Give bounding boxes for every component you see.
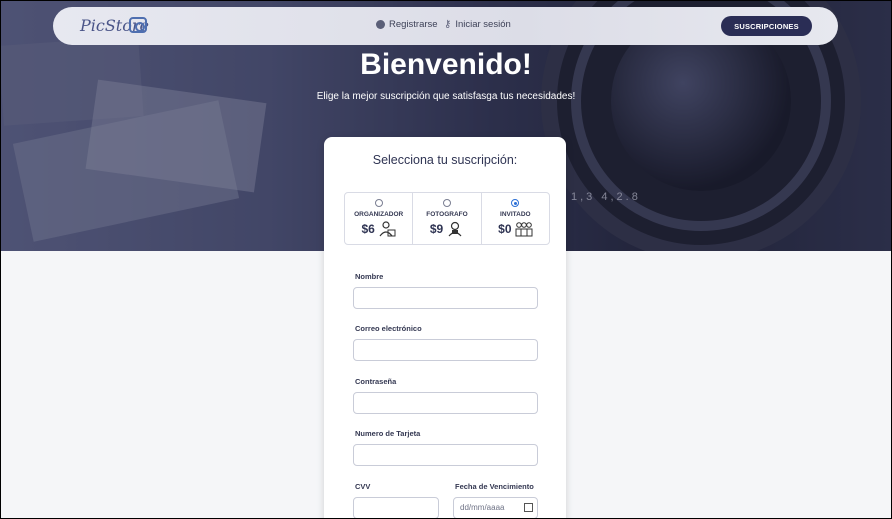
card-title: Selecciona tu suscripción: (372, 153, 518, 167)
plan-radio[interactable] (374, 199, 383, 207)
page-subtitle: Elige la mejor suscripción que satisfasg… (316, 91, 576, 102)
plan-price-row: $0 (482, 221, 549, 237)
page-frame: 1,3 4,2.8 PicStore Registrarse ⚷ Iniciar… (0, 0, 892, 519)
login-label: Iniciar sesión (455, 19, 511, 30)
calendar-icon[interactable] (524, 503, 533, 512)
plan-price: $0 (498, 222, 512, 236)
login-link[interactable]: ⚷ Iniciar sesión (444, 19, 511, 30)
plan-price-row: $6 (345, 221, 412, 237)
register-label: Registrarse (389, 19, 438, 30)
expiry-placeholder: dd/mm/aaaa (460, 503, 505, 512)
plan-selector: ORGANIZADOR $6 FOTOGRAFO $9 INVITADO $0 (344, 192, 550, 245)
cvv-input[interactable] (353, 497, 439, 518)
name-label: Nombre (355, 272, 384, 281)
expiry-label: Fecha de Vencimiento (455, 482, 534, 491)
cvv-label: CVV (355, 482, 371, 491)
card-number-label: Numero de Tarjeta (355, 429, 421, 438)
plan-radio-selected[interactable] (511, 199, 520, 207)
register-link[interactable]: Registrarse (376, 19, 438, 30)
subscriptions-button[interactable]: SUSCRIPCIONES (721, 16, 812, 36)
expiry-date-input[interactable]: dd/mm/aaaa (453, 497, 538, 518)
plan-organizador[interactable]: ORGANIZADOR $6 (345, 193, 414, 244)
guest-icon (515, 221, 533, 237)
card-number-input[interactable] (353, 444, 538, 466)
name-input[interactable] (353, 287, 538, 309)
plan-price: $6 (361, 222, 375, 236)
email-label: Correo electrónico (355, 324, 422, 333)
plan-name: ORGANIZADOR (354, 211, 404, 218)
password-input[interactable] (353, 392, 538, 414)
organizer-icon (378, 221, 396, 237)
user-icon (376, 20, 385, 29)
email-input[interactable] (353, 339, 538, 361)
plan-name: FOTOGRAFO (426, 211, 468, 218)
subscription-card: Selecciona tu suscripción: ORGANIZADOR $… (324, 137, 566, 518)
photographer-icon (446, 221, 464, 237)
navbar: PicStore Registrarse ⚷ Iniciar sesión SU… (53, 7, 838, 45)
plan-price-row: $9 (413, 221, 480, 237)
plan-price: $9 (429, 222, 444, 236)
plan-fotografo[interactable]: FOTOGRAFO $9 (413, 193, 482, 244)
page-title: Bienvenido! (360, 48, 532, 81)
key-icon: ⚷ (444, 19, 452, 30)
camera-logo-icon[interactable] (129, 17, 147, 33)
plan-name: INVITADO (500, 211, 531, 218)
password-label: Contraseña (355, 377, 397, 386)
plan-radio[interactable] (442, 199, 451, 207)
plan-invitado[interactable]: INVITADO $0 (482, 193, 549, 244)
